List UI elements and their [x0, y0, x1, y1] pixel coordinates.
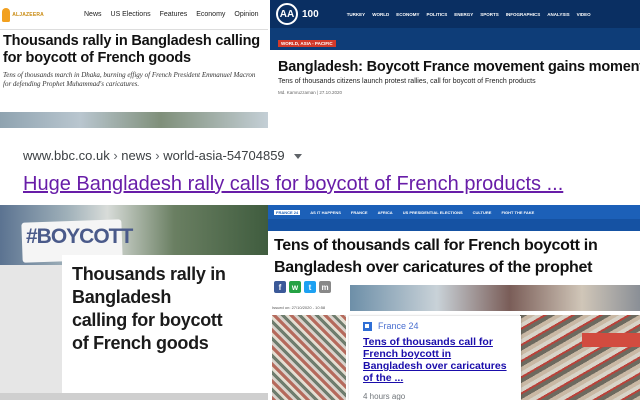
- crowd-photo-left: [272, 315, 346, 400]
- anadolu-nav-item: ECONOMY: [396, 11, 420, 17]
- card-source: France 24: [363, 321, 419, 331]
- aljazeera-subhead: Tens of thousands march in Dhaka, burnin…: [3, 71, 256, 88]
- france24-nav-item: CULTURE: [472, 209, 492, 215]
- aljazeera-photo: [0, 112, 268, 128]
- anadolu-screenshot: AA 100 TURKEY WORLD ECONOMY POLITICS ENE…: [270, 0, 640, 128]
- facebook-icon: f: [274, 281, 286, 293]
- result-title-link[interactable]: Huge Bangladesh rally calls for boycott …: [23, 173, 563, 196]
- france24-nav-item: AFRICA: [377, 209, 393, 215]
- france24-nav-item: US PRESIDENTIAL ELECTIONS: [402, 209, 463, 215]
- headline-text: Thousands rally in Bangladesh calling fo…: [62, 255, 268, 355]
- anadolu-nav-item: VIDEO: [576, 11, 591, 17]
- headline-line: of French goods: [72, 333, 209, 353]
- anadolu-nav-item: INFOGRAPHICS: [505, 11, 541, 17]
- anadolu-nav: TURKEY WORLD ECONOMY POLITICS ENERGY SPO…: [347, 12, 591, 17]
- crowd-photo: [350, 285, 640, 311]
- breadcrumb-domain: www.bbc.co.uk: [23, 148, 110, 163]
- france24-nav-item: AS IT HAPPENS: [310, 209, 341, 215]
- anadolu-nav-item: SPORTS: [480, 11, 499, 17]
- image-source-card[interactable]: France 24 Tens of thousands call for Fre…: [349, 316, 521, 400]
- breadcrumb-separator: ›: [155, 148, 160, 163]
- breadcrumb-part: news: [121, 148, 152, 163]
- aljazeera-screenshot: ALJAZEERA News US Elections Features Eco…: [0, 0, 268, 128]
- anadolu-nav-item: POLITICS: [426, 11, 448, 17]
- anadolu-nav-item: ANALYSIS: [547, 11, 570, 17]
- anadolu-nav-item: ENERGY: [454, 11, 474, 17]
- aljazeera-nav-item: Features: [159, 11, 188, 18]
- france24-issued: Issued on: 27/10/2020 - 10:58: [272, 305, 326, 310]
- france24-nav: FRANCE 24 AS IT HAPPENS FRANCE AFRICA US…: [268, 205, 640, 219]
- france24-subnav: [268, 219, 640, 231]
- twitter-icon: t: [304, 281, 316, 293]
- card-timestamp: 4 hours ago: [363, 392, 406, 400]
- aljazeera-logo-text: ALJAZEERA: [12, 11, 44, 18]
- headline-card: Thousands rally in Bangladesh calling fo…: [62, 255, 268, 400]
- headline-line: Bangladesh: [72, 287, 172, 307]
- anadolu-nav-item: TURKEY: [346, 11, 366, 17]
- aljazeera-nav-item: Economy: [196, 11, 226, 18]
- protest-sign-text: #BOYCOTT: [26, 225, 133, 248]
- card-source-name: France 24: [378, 321, 419, 331]
- france24-nav-item: FIGHT THE FAKE: [501, 209, 535, 215]
- red-banner: [582, 333, 640, 347]
- anadolu-logo: AA: [276, 3, 298, 25]
- france24-nav-item: FRANCE: [350, 209, 368, 215]
- anadolu-section-tag: WORLD, ASIA - PACIFIC: [278, 40, 336, 47]
- card-title-link[interactable]: Tens of thousands call for French boycot…: [363, 336, 513, 384]
- chevron-down-icon[interactable]: [294, 154, 303, 160]
- breadcrumb: www.bbc.co.uk › news › world-asia-547048…: [23, 148, 303, 163]
- aljazeera-nav-item: Opinion: [234, 11, 259, 18]
- boycott-photo-panel: #BOYCOTT Thousands rally in Bangladesh c…: [0, 205, 268, 400]
- france24-nav-item: FRANCE 24: [274, 209, 301, 215]
- anadolu-byline: Md. Kamruzzaman | 27.10.2020: [278, 90, 342, 95]
- breadcrumb-separator: ›: [113, 148, 118, 163]
- aljazeera-logo-icon: [2, 7, 11, 22]
- aljazeera-logo: ALJAZEERA: [2, 4, 44, 26]
- photo-strip: [0, 393, 268, 400]
- anadolu-article: Bangladesh: Boycott France movement gain…: [270, 50, 640, 128]
- aljazeera-nav-item: US Elections: [110, 11, 151, 18]
- share-bar: f w t m: [274, 281, 331, 293]
- breadcrumb-part: world-asia-54704859: [163, 148, 285, 163]
- whatsapp-icon: w: [289, 281, 301, 293]
- aljazeera-nav-item: News: [84, 11, 102, 18]
- france24-headline: Tens of thousands call for French boycot…: [274, 237, 598, 276]
- messenger-icon: m: [319, 281, 331, 293]
- search-result: www.bbc.co.uk › news › world-asia-547048…: [0, 128, 640, 204]
- anadolu-headline: Bangladesh: Boycott France movement gain…: [278, 59, 640, 75]
- crowd-photo-right: [520, 315, 640, 400]
- aljazeera-headline: Thousands rally in Bangladesh calling fo…: [3, 33, 260, 66]
- anadolu-nav-item: WORLD: [372, 11, 390, 17]
- anadolu-subhead: Tens of thousands citizens launch protes…: [278, 78, 536, 85]
- anadolu-header: AA 100 TURKEY WORLD ECONOMY POLITICS ENE…: [270, 0, 640, 28]
- anadolu-logo-sub: 100: [302, 8, 319, 20]
- headline-line: calling for boycott: [72, 310, 223, 330]
- france24-favicon-icon: [363, 321, 372, 331]
- headline-line: Thousands rally in: [72, 264, 226, 284]
- aljazeera-nav: News US Elections Features Economy Opini…: [84, 11, 259, 18]
- aljazeera-header: ALJAZEERA News US Elections Features Eco…: [0, 0, 268, 30]
